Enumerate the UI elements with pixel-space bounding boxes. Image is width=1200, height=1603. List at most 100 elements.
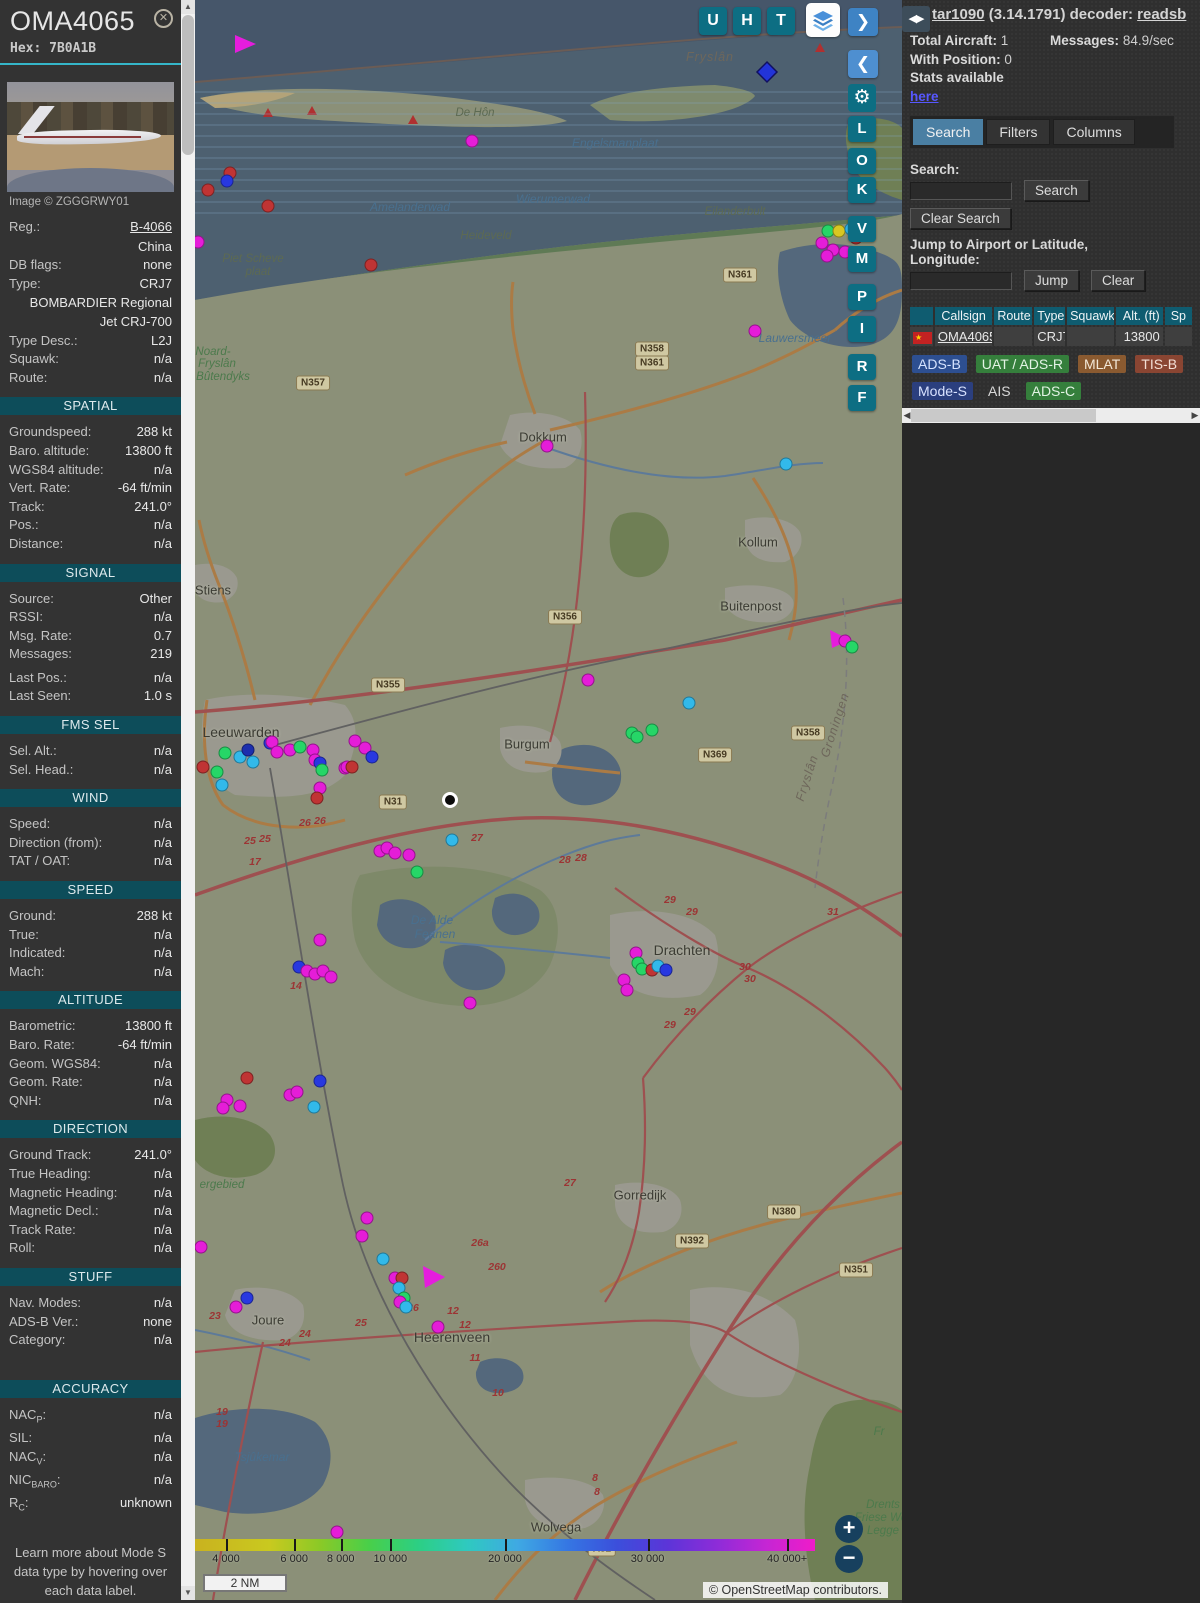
column-header[interactable]: Callsign (934, 307, 993, 325)
aircraft-history-dot[interactable] (779, 457, 793, 471)
column-header[interactable]: Sp (1164, 307, 1193, 325)
map-button-u[interactable]: U (699, 7, 727, 35)
filter-badge-mlat[interactable]: MLAT (1077, 355, 1127, 373)
map-button-k[interactable]: K (848, 177, 876, 203)
aircraft-history-dot[interactable] (195, 1240, 208, 1254)
filter-badge-tis-b[interactable]: TIS-B (1135, 355, 1184, 373)
map-button-l[interactable]: L (848, 116, 876, 142)
aircraft-history-dot[interactable] (445, 833, 459, 847)
aircraft-history-dot[interactable] (620, 983, 634, 997)
aircraft-history-dot[interactable] (365, 750, 379, 764)
tar1090-link[interactable]: tar1090 (932, 6, 985, 23)
search-button[interactable]: Search (1024, 180, 1089, 201)
map-button-m[interactable]: M (848, 246, 876, 272)
map-button-h[interactable]: H (733, 7, 761, 35)
aircraft-history-dot[interactable] (218, 746, 232, 760)
settings-gear-button[interactable]: ⚙ (848, 84, 876, 112)
map-button-t[interactable]: T (767, 7, 795, 35)
close-icon[interactable]: ✕ (154, 9, 173, 28)
map-button-o[interactable]: O (848, 148, 876, 174)
tab-columns[interactable]: Columns (1053, 119, 1135, 145)
aircraft-history-dot[interactable] (345, 760, 359, 774)
jump-input[interactable] (910, 271, 1012, 290)
map-button-f[interactable]: F (848, 385, 876, 411)
aircraft-history-dot[interactable] (820, 249, 834, 263)
map-button-r[interactable]: R (848, 354, 876, 380)
column-header[interactable]: Route (994, 307, 1033, 325)
aircraft-history-dot[interactable] (748, 324, 762, 338)
map-button-p[interactable]: P (848, 284, 876, 310)
tab-filters[interactable]: Filters (986, 119, 1051, 145)
callsign-link[interactable]: OMA4065 (938, 329, 992, 344)
aircraft-history-dot[interactable] (630, 730, 644, 744)
aircraft-history-dot[interactable] (581, 673, 595, 687)
aircraft-history-dot[interactable] (229, 1300, 243, 1314)
aircraft-history-dot[interactable] (832, 224, 846, 238)
aircraft-history-dot[interactable] (376, 1252, 390, 1266)
aircraft-history-dot[interactable] (293, 740, 307, 754)
aircraft-history-dot[interactable] (233, 1099, 247, 1113)
table-row[interactable]: ★ OMA4065 CRJ7 13800 (910, 327, 1193, 346)
aircraft-history-dot[interactable] (313, 1074, 327, 1088)
aircraft-history-dot[interactable] (360, 1211, 374, 1225)
map[interactable]: Fryslân De Hôn Engelsmanplaat Wierumerwad Am… (195, 0, 902, 1600)
sidebar-collapse-button[interactable]: ❮ (848, 50, 878, 78)
horizontal-scrollbar[interactable]: ◀ ▶ (902, 408, 1200, 423)
filter-badge-ads-b[interactable]: ADS-B (912, 355, 967, 373)
aircraft-history-dot[interactable] (540, 439, 554, 453)
zoom-in-button[interactable]: + (835, 1515, 863, 1543)
column-header[interactable]: Alt. (ft) (1115, 307, 1163, 325)
filter-badge-mode-s[interactable]: Mode-S (912, 382, 974, 400)
sidebar-expand-button[interactable]: ❯ (848, 8, 878, 36)
aircraft-history-dot[interactable] (196, 760, 210, 774)
aircraft-history-dot[interactable] (845, 640, 859, 654)
aircraft-history-dot[interactable] (364, 258, 378, 272)
aircraft-history-dot[interactable] (315, 763, 329, 777)
hscroll-thumb[interactable] (911, 409, 1096, 422)
column-header[interactable]: Squawk (1067, 307, 1114, 325)
clear-search-button[interactable]: Clear Search (910, 208, 1011, 229)
aircraft-history-dot[interactable] (399, 1300, 413, 1314)
aircraft-history-dot[interactable] (215, 778, 229, 792)
scrollbar-thumb[interactable] (182, 15, 194, 155)
jump-clear-button[interactable]: Clear (1091, 270, 1146, 291)
aircraft-history-dot[interactable] (388, 846, 402, 860)
map-attribution[interactable]: © OpenStreetMap contributors. (702, 1582, 888, 1598)
aircraft-history-dot[interactable] (463, 996, 477, 1010)
aircraft-history-dot[interactable] (201, 183, 215, 197)
scroll-right-icon[interactable]: ▶ (1190, 408, 1200, 423)
aircraft-history-dot[interactable] (270, 745, 284, 759)
map-button-v[interactable]: V (848, 216, 876, 242)
selected-aircraft-marker[interactable] (442, 792, 458, 808)
aircraft-history-dot[interactable] (324, 970, 338, 984)
readsb-link[interactable]: readsb (1137, 6, 1186, 23)
aircraft-history-dot[interactable] (216, 1101, 230, 1115)
aircraft-history-dot[interactable] (310, 791, 324, 805)
map-button-i[interactable]: I (848, 316, 876, 342)
filter-badge-ads-c[interactable]: ADS-C (1025, 382, 1082, 400)
aircraft-history-dot[interactable] (682, 696, 696, 710)
aircraft-history-dot[interactable] (220, 174, 234, 188)
column-header[interactable] (910, 307, 933, 325)
aircraft-history-dot[interactable] (240, 1071, 254, 1085)
registration-link[interactable]: B-4066 (130, 218, 172, 237)
aircraft-history-dot[interactable] (313, 933, 327, 947)
aircraft-history-dot[interactable] (330, 1525, 344, 1539)
search-input[interactable] (910, 181, 1012, 200)
left-panel-scrollbar[interactable]: ▲ ▼ (181, 0, 195, 1600)
scroll-down-icon[interactable]: ▼ (181, 1586, 195, 1600)
aircraft-history-dot[interactable] (246, 755, 260, 769)
aircraft-history-dot[interactable] (355, 1229, 369, 1243)
aircraft-history-dot[interactable] (645, 723, 659, 737)
scroll-up-icon[interactable]: ▲ (181, 0, 195, 14)
aircraft-history-dot[interactable] (240, 1291, 254, 1305)
aircraft-history-dot[interactable] (659, 963, 673, 977)
aircraft-history-dot[interactable] (410, 865, 424, 879)
jump-button[interactable]: Jump (1024, 270, 1080, 291)
aircraft-history-dot[interactable] (290, 1085, 304, 1099)
aircraft-history-dot[interactable] (210, 765, 224, 779)
aircraft-photo[interactable] (7, 82, 174, 192)
column-header[interactable]: Type (1034, 307, 1066, 325)
filter-badge-ais[interactable]: AIS (982, 382, 1017, 400)
aircraft-history-dot[interactable] (261, 199, 275, 213)
